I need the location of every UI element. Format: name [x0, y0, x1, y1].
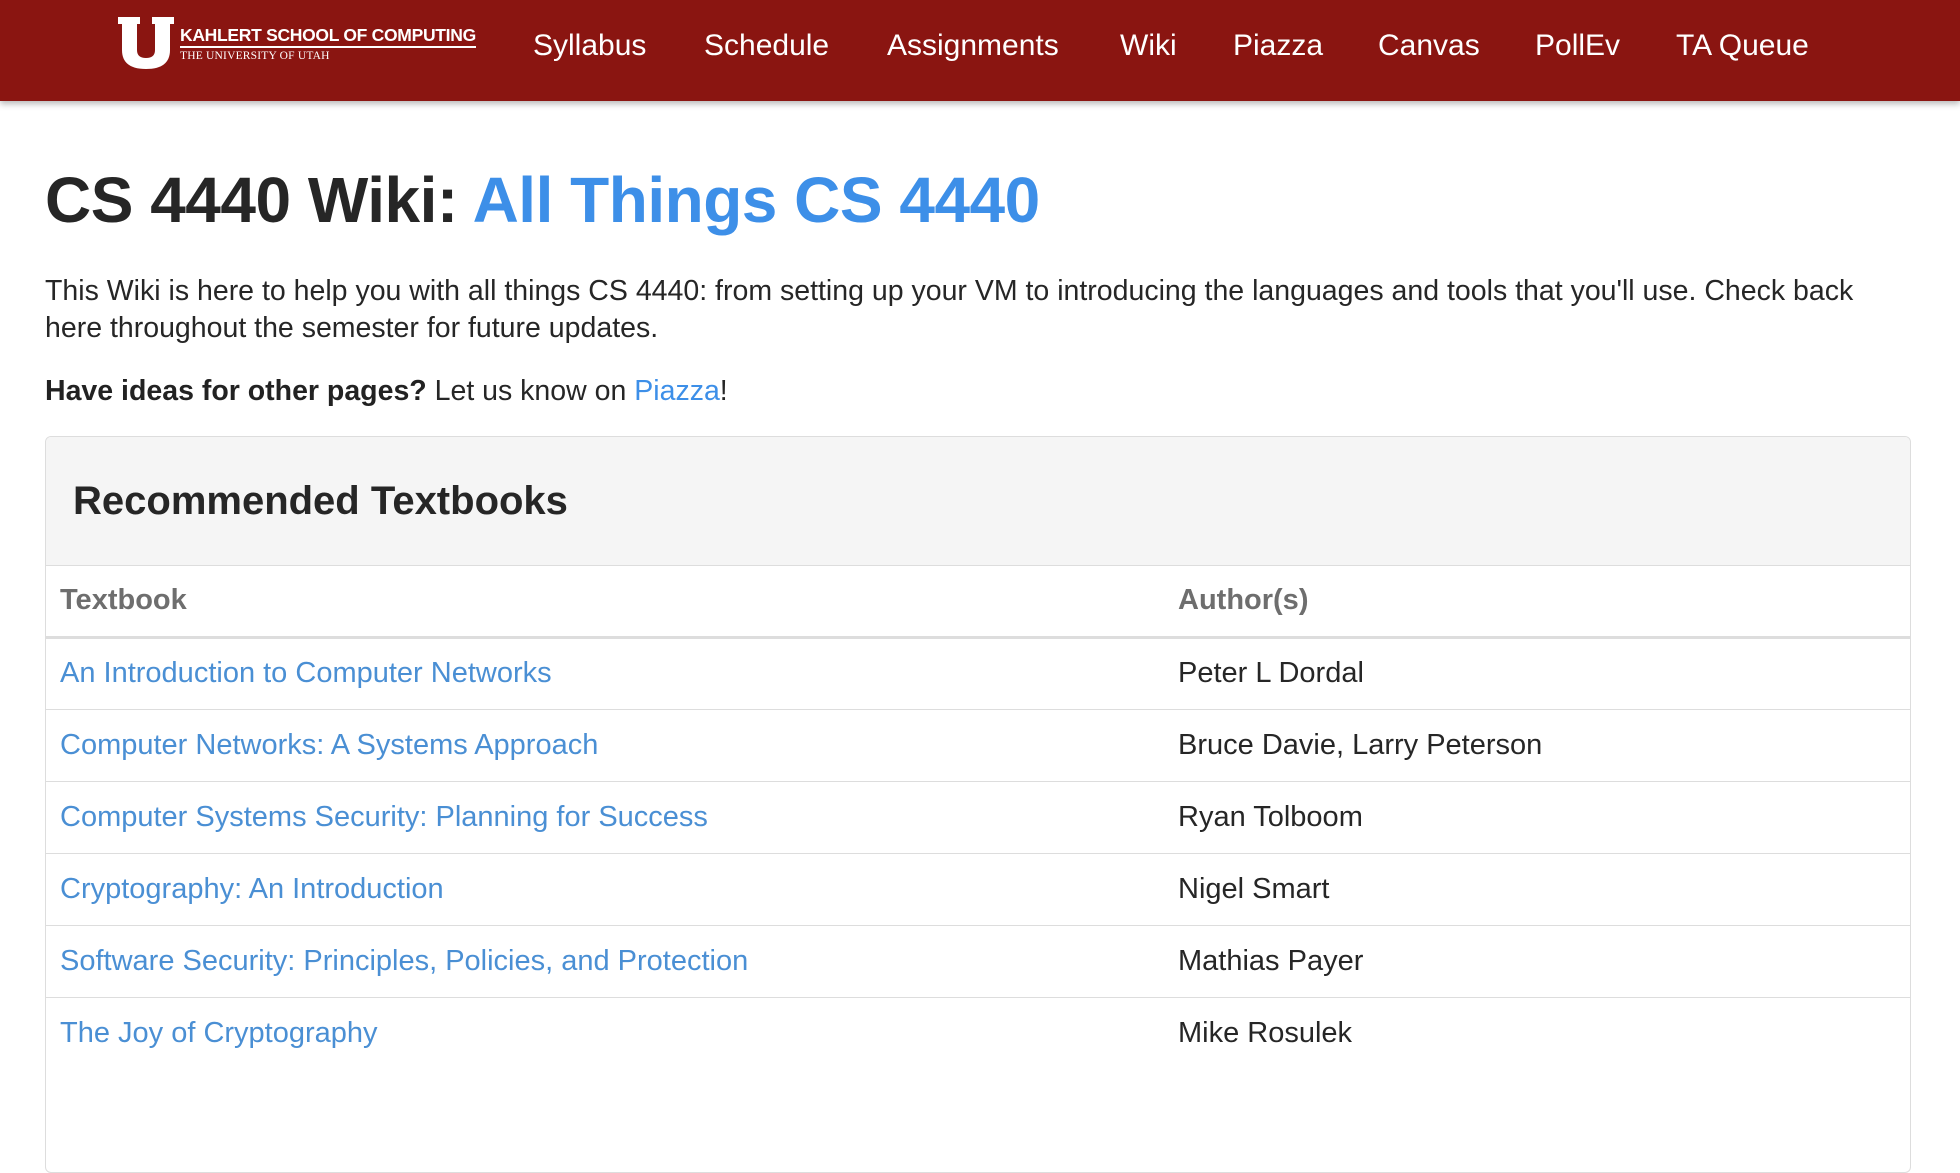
- school-name: KAHLERT SCHOOL OF COMPUTING THE UNIVERSI…: [180, 24, 476, 62]
- textbooks-panel: Recommended Textbooks Textbook Author(s)…: [45, 436, 1911, 1173]
- textbook-link[interactable]: Cryptography: An Introduction: [60, 873, 444, 905]
- column-header-authors: Author(s): [1164, 566, 1910, 639]
- table-header-row: Textbook Author(s): [46, 566, 1910, 639]
- ideas-end: !: [719, 375, 728, 407]
- nav-link-piazza[interactable]: Piazza: [1233, 26, 1323, 66]
- school-name-line2: THE UNIVERSITY OF UTAH: [180, 49, 330, 62]
- textbook-authors: Ryan Tolboom: [1164, 781, 1910, 854]
- textbook-link[interactable]: Software Security: Principles, Policies,…: [60, 945, 748, 977]
- table-row: Computer Systems Security: Planning for …: [46, 781, 1910, 854]
- nav-link-pollev[interactable]: PollEv: [1535, 26, 1620, 66]
- textbook-authors: Peter L Dordal: [1164, 637, 1910, 710]
- textbook-link[interactable]: Computer Systems Security: Planning for …: [60, 801, 708, 833]
- table-row: The Joy of Cryptography Mike Rosulek: [46, 997, 1910, 1069]
- textbook-link[interactable]: Computer Networks: A Systems Approach: [60, 729, 598, 761]
- column-header-textbook: Textbook: [46, 566, 1164, 639]
- page-title-accent: All Things CS 4440: [472, 164, 1041, 236]
- nav-link-canvas[interactable]: Canvas: [1378, 26, 1480, 66]
- textbook-authors: Bruce Davie, Larry Peterson: [1164, 709, 1910, 782]
- table-row: Software Security: Principles, Policies,…: [46, 925, 1910, 998]
- page-title-prefix: CS 4440 Wiki:: [45, 164, 458, 236]
- nav-link-wiki[interactable]: Wiki: [1120, 26, 1177, 66]
- nav-link-assignments[interactable]: Assignments: [887, 26, 1059, 66]
- table-row: Computer Networks: A Systems Approach Br…: [46, 709, 1910, 782]
- nav-link-syllabus[interactable]: Syllabus: [533, 26, 646, 66]
- page-title: CS 4440 Wiki: All Things CS 4440: [45, 160, 1040, 240]
- ideas-question: Have ideas for other pages?: [45, 375, 427, 407]
- school-name-line1: KAHLERT SCHOOL OF COMPUTING: [180, 25, 476, 46]
- piazza-link[interactable]: Piazza: [634, 375, 720, 407]
- table-row: Cryptography: An Introduction Nigel Smar…: [46, 853, 1910, 926]
- textbook-authors: Mike Rosulek: [1178, 1016, 1353, 1049]
- university-u-logo-icon: [118, 17, 174, 69]
- brand-divider: [180, 46, 476, 48]
- top-navbar: KAHLERT SCHOOL OF COMPUTING THE UNIVERSI…: [0, 0, 1960, 101]
- textbook-link[interactable]: An Introduction to Computer Networks: [60, 657, 552, 689]
- textbooks-table: Textbook Author(s) An Introduction to Co…: [46, 566, 1910, 1069]
- ideas-text: Let us know on: [426, 375, 635, 407]
- nav-link-ta-queue[interactable]: TA Queue: [1676, 26, 1809, 66]
- textbooks-panel-heading: Recommended Textbooks: [46, 437, 1910, 566]
- textbooks-heading: Recommended Textbooks: [73, 479, 568, 523]
- intro-paragraph: This Wiki is here to help you with all t…: [45, 275, 1854, 344]
- ideas-paragraph: Have ideas for other pages? Let us know …: [45, 373, 728, 410]
- nav-link-schedule[interactable]: Schedule: [704, 26, 829, 66]
- school-logo-link[interactable]: KAHLERT SCHOOL OF COMPUTING THE UNIVERSI…: [118, 17, 476, 69]
- table-row: An Introduction to Computer Networks Pet…: [46, 637, 1910, 710]
- textbook-authors: Mathias Payer: [1164, 925, 1910, 998]
- textbook-link[interactable]: The Joy of Cryptography: [60, 1017, 378, 1049]
- textbook-authors: Nigel Smart: [1164, 853, 1910, 926]
